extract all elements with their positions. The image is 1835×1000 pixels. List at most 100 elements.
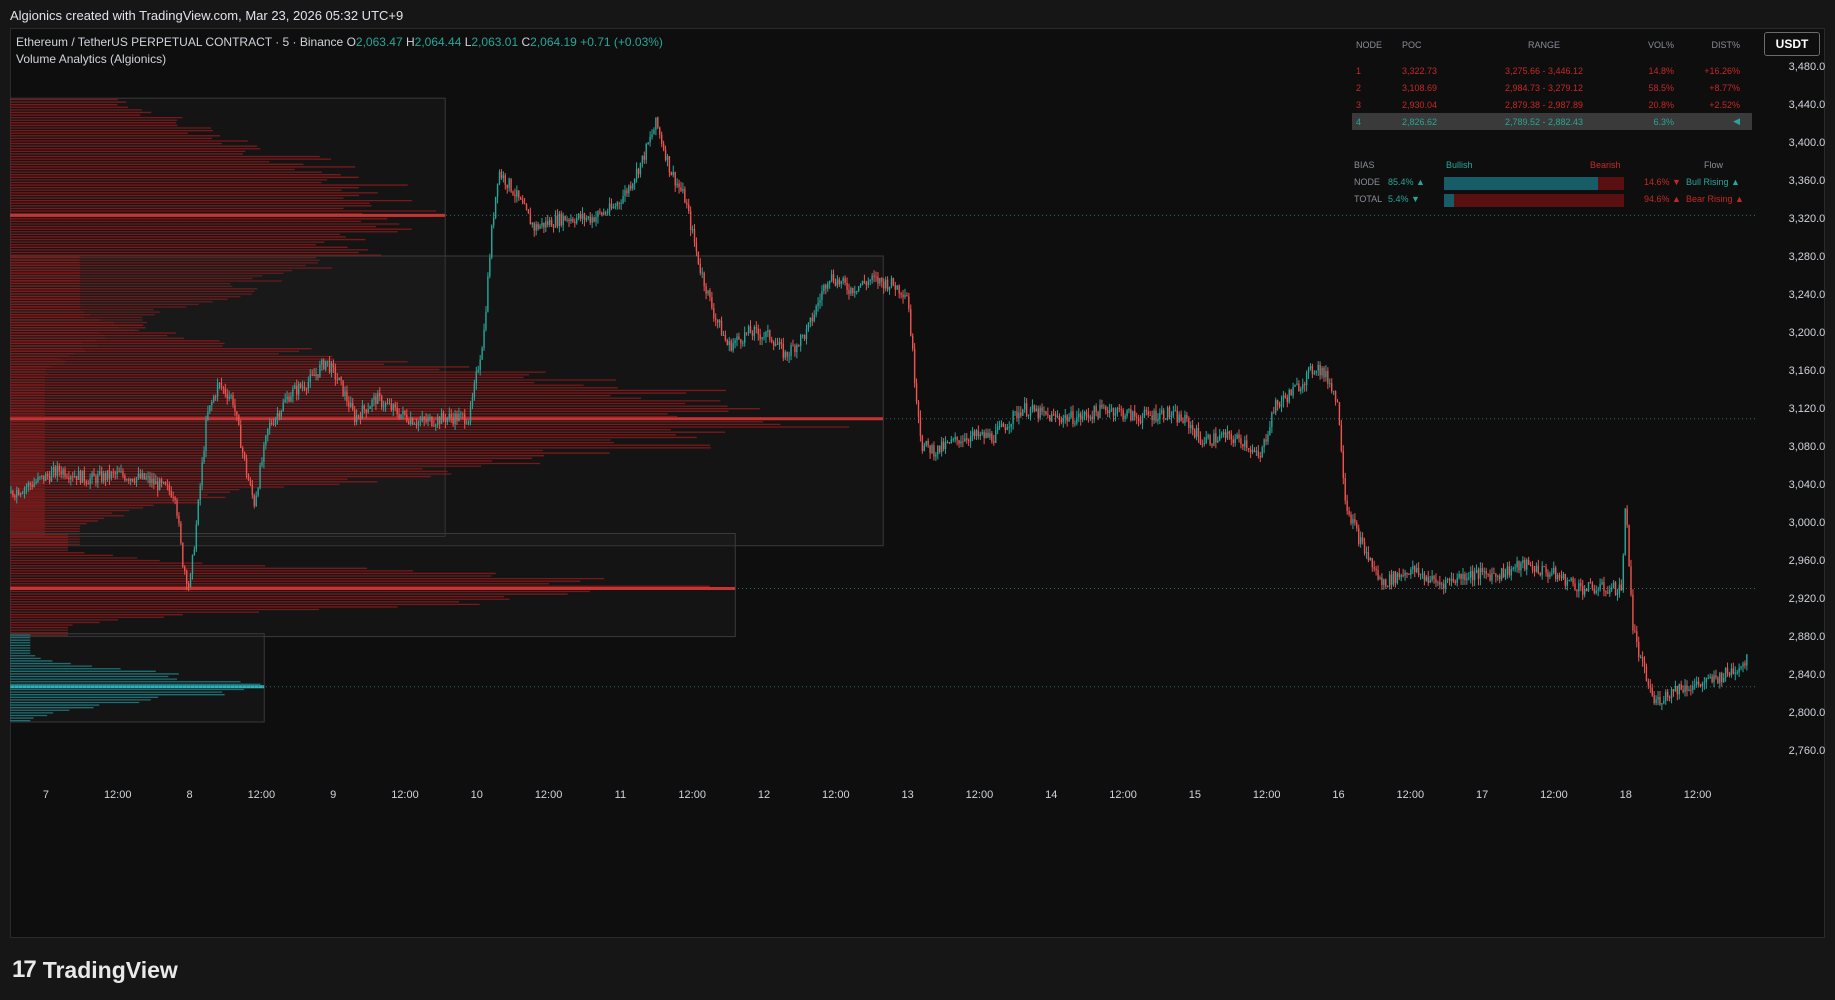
candle-body xyxy=(854,291,856,294)
candle-body xyxy=(54,466,57,476)
candle-body xyxy=(398,414,400,419)
close-label: C xyxy=(521,35,531,49)
candle-body xyxy=(811,317,813,322)
time-tick-label: 12:00 xyxy=(678,789,706,801)
candle-body xyxy=(1605,591,1607,593)
node-cell-vol: 14.8% xyxy=(1648,65,1674,76)
candle-body xyxy=(632,183,634,189)
candle-body xyxy=(452,417,454,424)
candle-body xyxy=(1406,572,1408,575)
candle-body xyxy=(801,334,804,336)
candle-body xyxy=(1711,676,1713,683)
candle-body xyxy=(1701,683,1704,687)
candle-body xyxy=(1311,366,1314,374)
candle-body xyxy=(1186,414,1188,419)
candle-body xyxy=(99,471,101,475)
candle-body xyxy=(1247,448,1250,450)
candle-body xyxy=(290,396,292,402)
candle-body xyxy=(950,439,953,443)
candle-body xyxy=(1130,409,1132,421)
chart-caption: Algionics created with TradingView.com, … xyxy=(10,8,404,23)
candle-body xyxy=(1736,672,1738,674)
candle-body xyxy=(1215,433,1217,443)
candle-body xyxy=(464,414,466,424)
candle-body xyxy=(680,187,682,191)
candle-body xyxy=(17,490,20,496)
candle-body xyxy=(1358,528,1360,545)
candle-body xyxy=(444,418,447,423)
candle-body xyxy=(1527,559,1530,565)
candle-body xyxy=(913,348,916,384)
candle-body xyxy=(991,433,993,442)
candle-body xyxy=(931,445,933,454)
candle-body xyxy=(1288,389,1290,403)
candle-body xyxy=(1464,573,1466,581)
candle-body xyxy=(929,445,931,454)
high-label: H xyxy=(405,35,415,49)
candle-body xyxy=(315,374,317,377)
candle-body xyxy=(1112,408,1115,416)
candle-body xyxy=(1023,403,1026,410)
candle-body xyxy=(533,223,535,231)
candle-body xyxy=(952,439,954,441)
candle-body xyxy=(813,314,815,322)
candle-body xyxy=(91,472,93,479)
candle-body xyxy=(508,178,510,188)
candle-body xyxy=(1081,416,1084,420)
candle-body xyxy=(201,462,203,486)
candle-body xyxy=(205,419,207,451)
price-tick-label: 3,400.00 xyxy=(1789,137,1825,149)
candle-body xyxy=(1553,567,1555,574)
candle-body xyxy=(402,410,404,415)
tradingview-logo[interactable]: 17 TradingView xyxy=(12,956,178,984)
candle-body xyxy=(1000,423,1003,427)
candle-body xyxy=(1095,406,1097,412)
candle-body xyxy=(817,302,819,307)
candle-body xyxy=(761,337,763,340)
candle-body xyxy=(1387,586,1389,588)
candle-body xyxy=(898,285,900,294)
candle-body xyxy=(467,421,470,424)
candle-body xyxy=(1085,411,1088,415)
candle-body xyxy=(1699,683,1702,687)
candle-body xyxy=(666,156,669,161)
candle-body xyxy=(807,323,810,329)
indicator-title[interactable]: Volume Analytics (Algionics) xyxy=(16,51,663,68)
candle-body xyxy=(375,396,377,405)
candle-body xyxy=(1398,573,1400,578)
candle-body xyxy=(1031,405,1034,410)
currency-button[interactable]: USDT xyxy=(1764,32,1820,56)
candle-body xyxy=(288,396,290,402)
candle-body xyxy=(1589,582,1592,584)
candle-body xyxy=(462,413,464,415)
candle-body xyxy=(238,415,240,425)
candle-body xyxy=(1286,397,1288,403)
candle-body xyxy=(199,485,201,501)
candle-body xyxy=(1354,519,1356,523)
candle-body xyxy=(1414,566,1416,572)
candle-body xyxy=(1742,663,1744,667)
candle-body xyxy=(409,418,412,424)
candle-body xyxy=(1568,580,1570,581)
time-tick-label: 17 xyxy=(1476,789,1488,801)
candle-body xyxy=(894,285,897,290)
candle-body xyxy=(1510,569,1512,576)
candle-body xyxy=(29,483,31,486)
candle-body xyxy=(1278,404,1281,407)
bias-bear_pct: 94.6% ▲ xyxy=(1644,194,1681,204)
candle-body xyxy=(261,461,263,466)
symbol-title[interactable]: Ethereum / TetherUS PERPETUAL CONTRACT ·… xyxy=(16,35,343,49)
candle-body xyxy=(554,215,557,228)
candle-body xyxy=(792,345,794,347)
candle-body xyxy=(1390,574,1393,585)
candle-body xyxy=(1498,575,1501,580)
candle-body xyxy=(1041,407,1043,412)
candle-body xyxy=(1655,699,1657,704)
price-tick-label: 3,320.00 xyxy=(1789,213,1825,225)
candle-body xyxy=(610,203,613,209)
candle-body xyxy=(45,473,47,481)
candle-body xyxy=(1599,584,1601,590)
candle-body xyxy=(352,402,354,410)
candle-body xyxy=(1348,511,1350,515)
candle-body xyxy=(1740,666,1742,668)
